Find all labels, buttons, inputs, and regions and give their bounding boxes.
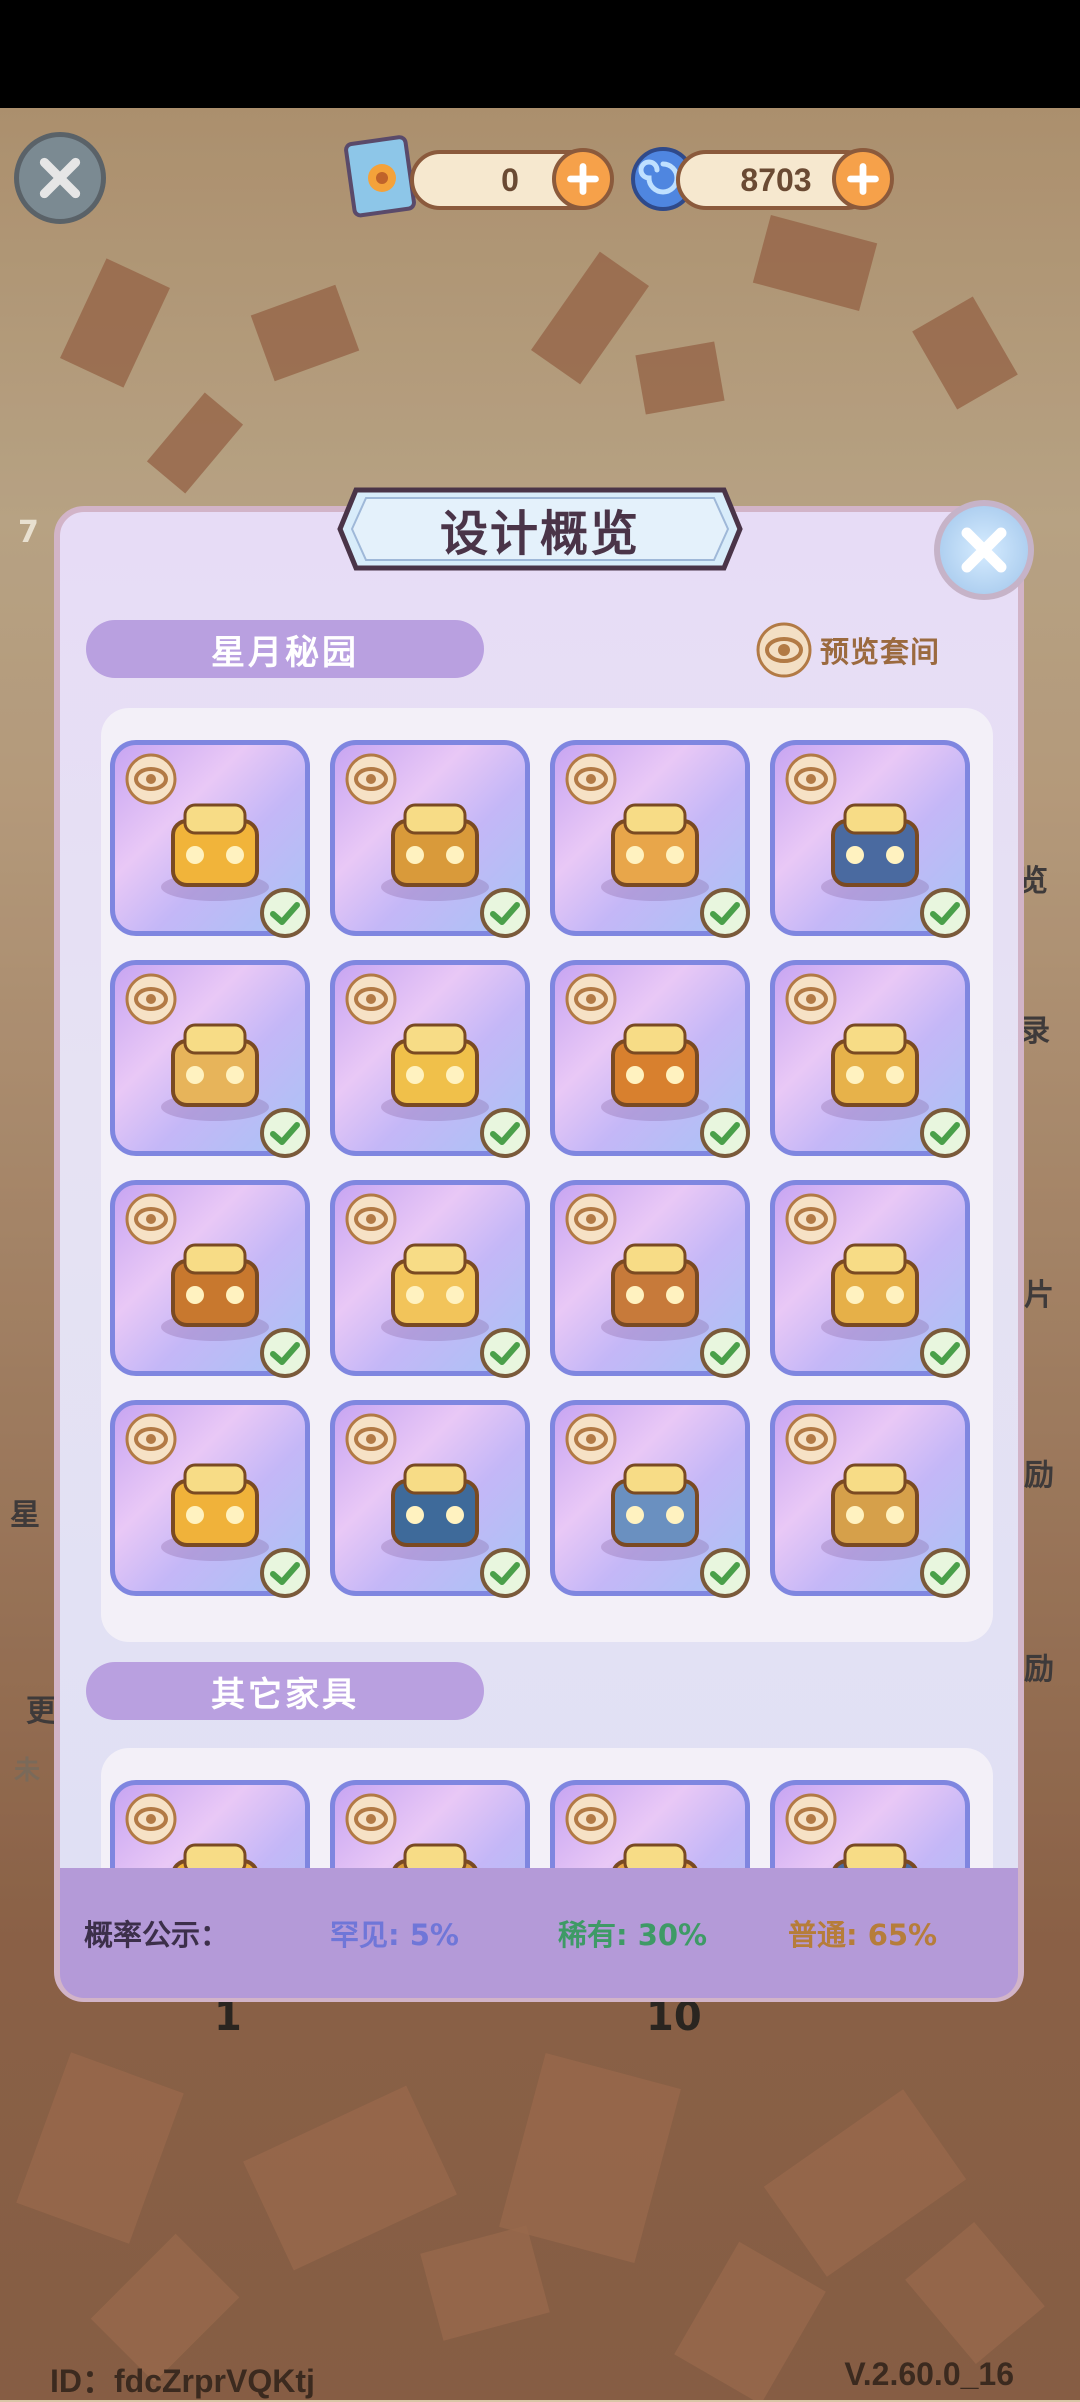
item-card-yellow-armchair[interactable] — [330, 960, 530, 1158]
item-card-sunflower-planter[interactable] — [110, 740, 310, 938]
check-icon — [260, 1108, 310, 1158]
item-card-wood-stand[interactable] — [550, 1780, 750, 1870]
player-id: ID：fdcZrprVQKtj — [50, 2363, 315, 2399]
plus-icon — [847, 163, 879, 195]
check-icon — [700, 1328, 750, 1378]
odds-uncommon: 稀有: 30% — [558, 1918, 708, 1952]
eye-icon[interactable] — [345, 1413, 397, 1465]
bg-peek-text: 未 — [14, 1756, 41, 1786]
eye-icon[interactable] — [565, 1413, 617, 1465]
check-icon — [260, 888, 310, 938]
check-icon — [700, 888, 750, 938]
eye-icon[interactable] — [345, 973, 397, 1025]
eye-icon[interactable] — [345, 1793, 397, 1845]
flower-ticket-icon — [344, 130, 420, 220]
modal-close-button[interactable] — [934, 500, 1034, 600]
version-label: V.2.60.0_16 — [844, 2356, 1014, 2392]
modal-title: 设计概览 — [439, 506, 640, 562]
eye-icon[interactable] — [565, 1193, 617, 1245]
check-icon — [480, 1328, 530, 1378]
bg-peek-text: 7 — [18, 515, 39, 550]
section-tab-other: 其它家具 — [86, 1662, 484, 1720]
eye-icon[interactable] — [125, 1413, 177, 1465]
item-card-sunflower-vase[interactable] — [110, 1400, 310, 1598]
item-card-blue-iris-plant[interactable] — [770, 740, 970, 938]
eye-icon[interactable] — [125, 753, 177, 805]
odds-footer: 概率公示： 罕见: 5% 稀有: 30% 普通: 65% — [60, 1868, 1018, 1998]
item-card-tall-bookcase[interactable] — [550, 1180, 750, 1378]
eye-icon[interactable] — [565, 973, 617, 1025]
eye-icon[interactable] — [345, 753, 397, 805]
item-card-mirror-frame[interactable] — [330, 1780, 530, 1870]
item-card-canopy-bed[interactable] — [770, 960, 970, 1158]
item-card-wood-chair[interactable] — [770, 1780, 970, 1870]
item-card-side-table[interactable] — [770, 1180, 970, 1378]
eye-icon[interactable] — [785, 753, 837, 805]
check-icon — [700, 1108, 750, 1158]
bg-peek-text: 励 — [1024, 1458, 1054, 1493]
eye-icon[interactable] — [125, 1193, 177, 1245]
eye-icon[interactable] — [345, 1193, 397, 1245]
check-icon — [260, 1328, 310, 1378]
eye-icon[interactable] — [565, 753, 617, 805]
close-icon — [39, 157, 81, 199]
eye-icon[interactable] — [785, 1413, 837, 1465]
odds-common: 普通: 65% — [788, 1918, 938, 1952]
eye-icon[interactable] — [125, 973, 177, 1025]
bg-peek-text: 更 — [26, 1694, 56, 1729]
add-gem-button[interactable] — [832, 148, 894, 210]
check-icon — [920, 1108, 970, 1158]
item-card-curtain-window[interactable] — [330, 1400, 530, 1598]
check-icon — [920, 1548, 970, 1598]
item-card-wide-window[interactable] — [770, 1400, 970, 1598]
bg-peek-text: 星 — [10, 1498, 40, 1533]
section-tab-set: 星月秘园 — [86, 620, 484, 678]
preview-suite-label: 预览套间 — [820, 635, 941, 669]
add-ticket-button[interactable] — [552, 148, 614, 210]
close-icon — [961, 527, 1007, 573]
bg-peek-text: 录 — [1020, 1014, 1050, 1049]
odds-label: 概率公示： — [84, 1918, 230, 1952]
check-icon — [260, 1548, 310, 1598]
plus-icon — [567, 163, 599, 195]
item-card-blue-floral-blanket[interactable] — [110, 1780, 310, 1870]
eye-icon[interactable] — [125, 1793, 177, 1845]
check-icon — [700, 1548, 750, 1598]
preview-suite-button[interactable]: 预览套间 — [756, 620, 940, 680]
item-card-orange-sofa[interactable] — [550, 960, 750, 1158]
check-icon — [480, 888, 530, 938]
item-card-round-lace-rug[interactable] — [110, 960, 310, 1158]
status-bar — [0, 0, 1080, 108]
eye-icon[interactable] — [785, 1793, 837, 1845]
check-icon — [480, 1108, 530, 1158]
check-icon — [480, 1548, 530, 1598]
eye-icon[interactable] — [785, 973, 837, 1025]
bg-peek-text: 励 — [1024, 1652, 1054, 1687]
item-card-fruit-picnic-candle[interactable] — [550, 740, 750, 938]
eye-icon — [756, 622, 812, 678]
odds-rare: 罕见: 5% — [330, 1918, 459, 1952]
other-item-grid — [110, 1780, 980, 1870]
bg-peek-text: 片 — [1024, 1278, 1054, 1313]
back-button[interactable] — [14, 132, 106, 224]
eye-icon[interactable] — [565, 1793, 617, 1845]
item-card-sunflower-hammock[interactable] — [330, 740, 530, 938]
check-icon — [920, 888, 970, 938]
item-card-wood-cabinet[interactable] — [110, 1180, 310, 1378]
item-card-yellow-table[interactable] — [330, 1180, 530, 1378]
item-card-narrow-window[interactable] — [550, 1400, 750, 1598]
check-icon — [920, 1328, 970, 1378]
eye-icon[interactable] — [785, 1193, 837, 1245]
